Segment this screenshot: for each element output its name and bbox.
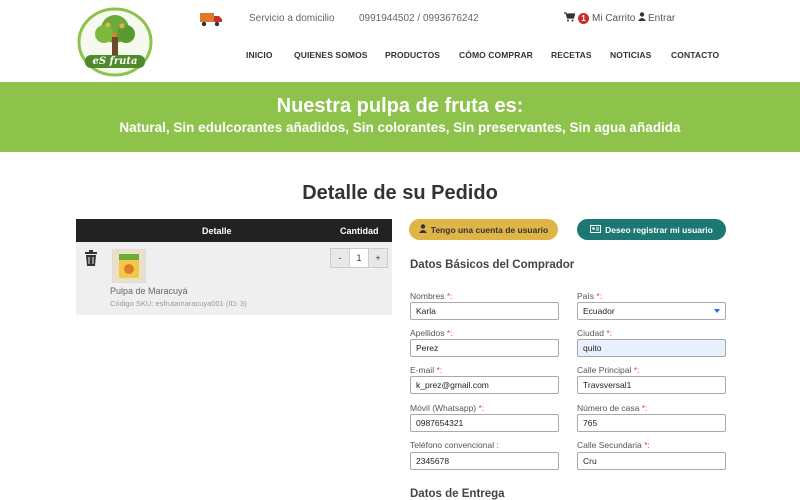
- user-icon: [638, 12, 646, 24]
- email-field[interactable]: k_prez@gmail.com: [410, 376, 559, 394]
- nav-item-como-comprar[interactable]: CÓMO COMPRAR: [459, 50, 533, 60]
- have-account-label: Tengo una cuenta de usuario: [430, 224, 549, 235]
- banner-title: Nuestra pulpa de fruta es:: [276, 95, 524, 117]
- calle-principal-field[interactable]: Travsversal1: [577, 376, 726, 394]
- id-card-icon: [590, 224, 602, 235]
- nav-item-productos[interactable]: PRODUCTOS: [385, 50, 440, 60]
- increment-button[interactable]: +: [369, 249, 387, 267]
- product-sku: Código SKU: esfrutamaracuya001 (ID: 3): [110, 299, 247, 308]
- product-name[interactable]: Pulpa de Maracuyá: [110, 286, 188, 296]
- cart-count-badge: 1: [578, 13, 589, 24]
- numero-casa-label: Número de casa *:: [577, 403, 648, 413]
- login-link[interactable]: Entrar: [638, 12, 675, 24]
- decrement-button[interactable]: -: [331, 249, 349, 267]
- calle-secundaria-field[interactable]: Cru: [577, 452, 726, 470]
- apellidos-label: Apellidos *:: [410, 328, 453, 338]
- nav-item-quienes-somos[interactable]: QUIENES SOMOS: [294, 50, 368, 60]
- pais-label: País *:: [577, 291, 603, 301]
- have-account-button[interactable]: Tengo una cuenta de usuario: [409, 219, 558, 240]
- ciudad-label: Ciudad *:: [577, 328, 612, 338]
- movil-label: Móvil (Whatsapp) *:: [410, 403, 485, 413]
- delivery-truck-icon: [199, 11, 223, 27]
- nombres-label: Nombres *:: [410, 291, 453, 301]
- nombres-field[interactable]: Karla: [410, 302, 559, 320]
- brand-logo[interactable]: eS fruta: [77, 7, 153, 77]
- telefono-field[interactable]: 2345678: [410, 452, 559, 470]
- main-navigation: INICIO QUIENES SOMOS PRODUCTOS CÓMO COMP…: [0, 50, 800, 62]
- email-label: E-mail *:: [410, 365, 443, 375]
- cart-label: Mi Carrito: [592, 13, 636, 24]
- column-header-detail: Detalle: [202, 226, 232, 236]
- nav-item-recetas[interactable]: RECETAS: [551, 50, 592, 60]
- shopping-cart-icon: [564, 12, 576, 25]
- cart-link[interactable]: 1 Mi Carrito: [564, 12, 635, 25]
- user-icon: [418, 224, 427, 235]
- pais-selected-value: Ecuador: [583, 306, 615, 316]
- nav-item-contacto[interactable]: CONTACTO: [671, 50, 719, 60]
- banner-subtitle: Natural, Sin edulcorantes añadidos, Sin …: [119, 120, 681, 135]
- order-detail-table: Detalle Cantidad Pulpa de Maracuyá Códig…: [76, 219, 392, 315]
- numero-casa-field[interactable]: 765: [577, 414, 726, 432]
- quantity-stepper: - 1 +: [330, 248, 388, 268]
- buyer-section-title: Datos Básicos del Comprador: [410, 259, 575, 271]
- quantity-input[interactable]: 1: [349, 249, 369, 267]
- login-label: Entrar: [648, 12, 676, 24]
- delivery-section-title: Datos de Entrega: [410, 488, 505, 500]
- calle-principal-label: Calle Principal *:: [577, 365, 640, 375]
- apellidos-field[interactable]: Perez: [410, 339, 559, 357]
- calle-secundaria-label: Calle Secundaria *:: [577, 440, 650, 450]
- pais-select[interactable]: Ecuador: [577, 302, 726, 320]
- chevron-down-icon: [714, 309, 720, 313]
- page-title: Detalle de su Pedido: [302, 182, 498, 204]
- nav-item-inicio[interactable]: INICIO: [246, 50, 273, 60]
- register-label: Deseo registrar mi usuario: [605, 224, 713, 235]
- nav-item-noticias[interactable]: NOTICIAS: [610, 50, 651, 60]
- product-thumbnail[interactable]: [112, 249, 146, 283]
- site-header: eS fruta Servicio a domicilio 0991944502…: [0, 0, 800, 82]
- register-user-button[interactable]: Deseo registrar mi usuario: [577, 219, 726, 240]
- ciudad-field[interactable]: quito: [577, 339, 726, 357]
- telefono-label: Teléfono convencional :: [410, 440, 499, 450]
- promo-banner: Nuestra pulpa de fruta es: Natural, Sin …: [0, 82, 800, 152]
- movil-field[interactable]: 0987654321: [410, 414, 559, 432]
- phone-numbers[interactable]: 0991944502 / 0993676242: [359, 13, 479, 24]
- table-header: Detalle Cantidad: [76, 219, 392, 242]
- delivery-text: Servicio a domicilio: [249, 13, 335, 24]
- trash-icon[interactable]: [84, 250, 98, 266]
- column-header-quantity: Cantidad: [340, 226, 379, 236]
